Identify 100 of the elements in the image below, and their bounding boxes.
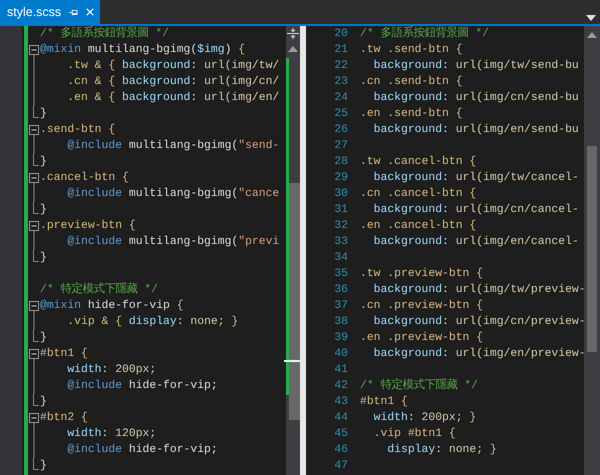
line-number: 25 bbox=[333, 107, 348, 122]
line-number: 40 bbox=[333, 347, 348, 362]
scrollbar[interactable] bbox=[286, 26, 300, 475]
code-line: .cn .preview-btn { bbox=[360, 298, 484, 314]
code-line: @include multilang-bgimg("send- bbox=[66, 138, 280, 154]
code-line: width: 200px; bbox=[66, 362, 156, 378]
scroll-up-icon[interactable] bbox=[587, 32, 597, 38]
code-line: } bbox=[40, 458, 47, 474]
code-line: .tw .cancel-btn { bbox=[360, 154, 476, 170]
code-line: } bbox=[40, 250, 47, 266]
code-line: .en .cancel-btn { bbox=[360, 218, 476, 234]
code-line: .cancel-btn { bbox=[40, 170, 129, 186]
line-number: 30 bbox=[333, 187, 348, 202]
code-line: .vip #btn1 { bbox=[372, 426, 456, 442]
code-line: .cn .send-btn { bbox=[360, 74, 463, 90]
code-line: } bbox=[40, 394, 47, 410]
code-line: width: 120px; bbox=[66, 426, 156, 442]
code-line: .tw & { background: url(img/tw/ bbox=[66, 58, 280, 74]
fold-end-line bbox=[33, 394, 39, 406]
line-number: 31 bbox=[333, 203, 348, 218]
fold-end-line bbox=[33, 330, 39, 342]
scroll-thumb[interactable] bbox=[289, 183, 300, 420]
code-line: @include hide-for-vip; bbox=[66, 378, 218, 394]
line-number: 39 bbox=[333, 331, 348, 346]
code-line: .vip & { display: none; } bbox=[66, 314, 238, 330]
code-line: #btn1 { bbox=[360, 394, 408, 410]
dropdown-icon[interactable] bbox=[586, 15, 596, 21]
scroll-thumb[interactable] bbox=[587, 146, 597, 352]
fold-end-line bbox=[33, 154, 39, 166]
line-number: 35 bbox=[333, 267, 348, 282]
fold-guide-line bbox=[33, 138, 35, 154]
code-line: /* 特定模式下隱藏 */ bbox=[40, 282, 158, 298]
fold-guide-line bbox=[33, 186, 35, 202]
fold-toggle-icon[interactable] bbox=[29, 218, 39, 234]
code-line: .tw .preview-btn { bbox=[360, 266, 484, 282]
line-number: 46 bbox=[333, 443, 348, 458]
line-number: 38 bbox=[333, 315, 348, 330]
line-number: 26 bbox=[333, 123, 348, 138]
line-number: 47 bbox=[333, 459, 348, 474]
fold-toggle-icon[interactable] bbox=[29, 410, 39, 426]
code-line: } bbox=[40, 330, 47, 346]
code-line: /* 多語系按鈕背景圖 */ bbox=[40, 26, 170, 42]
fold-end-line bbox=[33, 458, 39, 470]
line-number: 29 bbox=[333, 171, 348, 186]
code-line: .en .send-btn { bbox=[360, 106, 463, 122]
code-line: } bbox=[40, 106, 47, 122]
close-icon[interactable] bbox=[86, 7, 94, 17]
scrollbar[interactable] bbox=[584, 26, 600, 475]
code-line: .tw .send-btn { bbox=[360, 42, 463, 58]
line-number: 33 bbox=[333, 235, 348, 250]
code-line: background: url(img/cn/cancel- bbox=[372, 202, 579, 218]
code-line: width: 200px; } bbox=[372, 410, 476, 426]
file-tab[interactable]: style.scss bbox=[0, 0, 100, 24]
scroll-up-icon[interactable] bbox=[288, 46, 298, 52]
code-line: @include multilang-bgimg("previ bbox=[66, 234, 280, 250]
code-line: .cn .cancel-btn { bbox=[360, 186, 476, 202]
line-number: 36 bbox=[333, 283, 348, 298]
code-line: @include hide-for-vip; bbox=[66, 442, 218, 458]
line-number: 24 bbox=[333, 91, 348, 106]
code-line: } bbox=[40, 202, 47, 218]
code-line: background: url(img/en/send-bu bbox=[372, 122, 579, 138]
fold-guide-line bbox=[33, 314, 35, 330]
line-number: 41 bbox=[333, 363, 348, 378]
fold-toggle-icon[interactable] bbox=[29, 346, 39, 362]
code-line: /* 多語系按鈕背景圖 */ bbox=[360, 26, 490, 42]
line-number: 43 bbox=[333, 395, 348, 410]
code-line: .send-btn { bbox=[40, 122, 116, 138]
fold-end-line bbox=[33, 106, 39, 118]
code-line: .en & { background: url(img/en/ bbox=[66, 90, 280, 106]
line-number: 37 bbox=[333, 299, 348, 314]
fold-toggle-icon[interactable] bbox=[29, 170, 39, 186]
code-line: } bbox=[40, 154, 47, 170]
fold-toggle-icon[interactable] bbox=[29, 298, 39, 314]
code-line: display: none; } bbox=[386, 442, 497, 458]
code-line: /* 特定模式下隱藏 */ bbox=[360, 378, 478, 394]
line-number: 21 bbox=[333, 43, 348, 58]
code-line: #btn2 { bbox=[40, 410, 88, 426]
code-line: @include multilang-bgimg("cance bbox=[66, 186, 280, 202]
line-number: 22 bbox=[333, 59, 348, 74]
code-line: background: url(img/tw/cancel- bbox=[372, 170, 579, 186]
line-number: 42 bbox=[333, 379, 348, 394]
fold-toggle-icon[interactable] bbox=[29, 122, 39, 138]
code-line: background: url(img/cn/send-bu bbox=[372, 90, 579, 106]
fold-end-line bbox=[33, 250, 39, 262]
code-line: background: url(img/en/preview- bbox=[372, 346, 584, 362]
fold-toggle-icon[interactable] bbox=[29, 42, 39, 58]
line-number: 44 bbox=[333, 411, 348, 426]
code-line: #btn1 { bbox=[40, 346, 88, 362]
fold-guide-line bbox=[33, 234, 35, 250]
code-line: @mixin hide-for-vip { bbox=[40, 298, 184, 314]
code-line: .en .preview-btn { bbox=[360, 330, 484, 346]
code-line: background: url(img/en/cancel- bbox=[372, 234, 579, 250]
line-number: 20 bbox=[333, 27, 348, 42]
code-line: background: url(img/tw/send-bu bbox=[372, 58, 579, 74]
pin-icon[interactable] bbox=[69, 8, 78, 16]
splitter-icon[interactable] bbox=[287, 28, 299, 39]
code-line: background: url(img/cn/preview- bbox=[372, 314, 584, 330]
line-number: 34 bbox=[333, 251, 348, 266]
code-line: .cn & { background: url(img/cn/ bbox=[66, 74, 280, 90]
line-number: 45 bbox=[333, 427, 348, 442]
